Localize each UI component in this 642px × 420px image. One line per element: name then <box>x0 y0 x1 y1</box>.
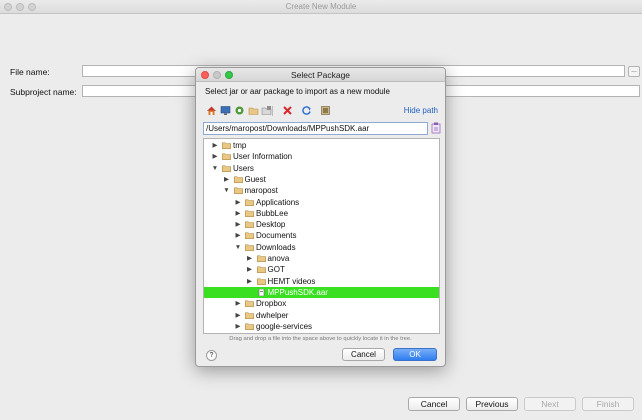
tree-folder-row[interactable]: ▶ GOT <box>204 264 439 275</box>
dialog-titlebar: Select Package <box>196 68 445 82</box>
collapsed-arrow-icon[interactable]: ▶ <box>234 219 242 230</box>
collapsed-arrow-icon[interactable]: ▶ <box>223 174 231 185</box>
tree-item-label: google-services <box>256 321 313 331</box>
tree-folder-row[interactable]: ▶ Guest <box>204 174 439 185</box>
folder-icon <box>245 199 254 206</box>
tree-item-label: anova <box>267 254 290 263</box>
desktop-icon[interactable] <box>220 105 231 116</box>
wizard-previous-button[interactable]: Previous <box>466 397 518 411</box>
tree-item-label: dwhelper <box>256 310 289 320</box>
tree-folder-row[interactable]: ▼ maropost <box>204 185 439 196</box>
aar-file-icon <box>258 288 264 296</box>
collapsed-arrow-icon[interactable]: ▶ <box>234 230 242 241</box>
folder-icon <box>222 153 231 161</box>
path-input[interactable]: /Users/maropost/Downloads/MPPushSDK.aar <box>203 122 428 135</box>
collapsed-arrow-icon[interactable]: ▶ <box>246 276 254 287</box>
tree-folder-row[interactable]: ▶ Desktop <box>204 219 439 230</box>
tree-item-label: Users <box>233 163 254 173</box>
dialog-title: Select Package <box>290 70 351 80</box>
collapsed-arrow-icon[interactable]: ▶ <box>211 140 219 151</box>
tree-item-label: HEMT videos <box>267 276 316 286</box>
tree-item-label: Guest <box>244 174 266 184</box>
tree-item-label: MPPushSDK.aar <box>267 287 328 297</box>
wizard-cancel-button[interactable]: Cancel <box>408 397 460 411</box>
refresh-icon[interactable] <box>301 105 312 116</box>
collapsed-arrow-icon[interactable]: ▶ <box>234 208 242 219</box>
module-icon[interactable] <box>234 105 245 116</box>
tree-folder-row[interactable]: ▶ Applications <box>204 197 439 208</box>
window-titlebar: Create New Module <box>0 0 642 14</box>
collapsed-arrow-icon[interactable]: ▶ <box>234 298 242 309</box>
tree-folder-row[interactable]: ▶ google-services <box>204 321 439 332</box>
delete-icon[interactable] <box>282 105 293 116</box>
tree-item-label: Applications <box>256 197 300 207</box>
tree-file-row[interactable]: MPPushSDK.aar <box>204 286 439 299</box>
wizard-next-button[interactable]: Next <box>524 397 576 411</box>
tree-folder-row[interactable]: ▶ dwhelper <box>204 310 439 321</box>
tree-item-label: maropost <box>244 186 278 196</box>
collapsed-arrow-icon[interactable]: ▶ <box>234 321 242 332</box>
subproject-name-label: Subproject name: <box>10 87 77 97</box>
tree-item-label: Dropbox <box>256 299 287 309</box>
drag-drop-hint: Drag and drop a file into the space abov… <box>229 336 412 342</box>
tree-folder-row[interactable]: ▶ HEMT videos <box>204 276 439 287</box>
folder-icon <box>245 244 254 251</box>
expanded-arrow-icon[interactable]: ▼ <box>234 242 242 253</box>
folder-icon <box>256 266 266 274</box>
file-tree[interactable]: ▶ tmp ▶ User Information ▼ Users ▶ Guest ▼ maropo… <box>203 138 440 334</box>
dialog-instruction: Select jar or aar package to import as a… <box>205 87 390 96</box>
tree-folder-row[interactable]: ▶ Documents <box>204 230 439 241</box>
hide-path-link[interactable]: Hide path <box>404 106 438 115</box>
help-button[interactable]: ? <box>206 350 217 361</box>
path-history-icon[interactable] <box>431 122 441 134</box>
folder-icon <box>222 165 231 172</box>
collapsed-arrow-icon[interactable]: ▶ <box>246 264 254 275</box>
folder-icon <box>222 142 231 149</box>
select-package-dialog: Select Package Select jar or aar package… <box>195 67 446 367</box>
tree-folder-row[interactable]: ▶ tmp <box>204 140 439 151</box>
show-hidden-icon[interactable] <box>320 105 331 116</box>
tree-item-label: GOT <box>267 265 285 275</box>
collapsed-arrow-icon[interactable]: ▶ <box>211 151 219 162</box>
wizard-finish-button[interactable]: Finish <box>582 397 634 411</box>
folder-icon <box>256 278 266 285</box>
tree-item-label: BubbLee <box>256 208 289 218</box>
folder-icon[interactable] <box>248 105 259 116</box>
tree-folder-row[interactable]: ▶ anova <box>204 253 439 264</box>
folder-icon <box>256 255 266 262</box>
tree-folder-row[interactable]: ▶ BubbLee <box>204 208 439 219</box>
collapsed-arrow-icon[interactable]: ▶ <box>246 253 254 264</box>
cancel-button[interactable]: Cancel <box>342 348 385 361</box>
expanded-arrow-icon[interactable]: ▼ <box>211 163 219 174</box>
toolbar-separator <box>272 106 273 116</box>
tree-folder-row[interactable]: ▶ User Information <box>204 151 439 162</box>
folder-icon <box>245 312 254 319</box>
tree-item-label: User Information <box>233 152 293 162</box>
folder-icon <box>245 232 254 240</box>
folder-icon <box>245 221 254 229</box>
folder-icon <box>233 187 243 195</box>
ok-button[interactable]: OK <box>393 348 437 361</box>
window-title: Create New Module <box>285 2 357 11</box>
tree-item-label: Desktop <box>256 220 286 230</box>
tree-item-label: tmp <box>233 141 247 150</box>
browse-button[interactable]: ... <box>628 66 640 77</box>
expanded-arrow-icon[interactable]: ▼ <box>223 185 231 196</box>
collapsed-arrow-icon[interactable]: ▶ <box>234 310 242 321</box>
tree-folder-row[interactable]: ▶ Dropbox <box>204 298 439 309</box>
folder-icon <box>245 300 254 308</box>
folder-icon <box>233 176 243 183</box>
folder-icon <box>245 210 254 217</box>
home-icon[interactable] <box>206 105 217 116</box>
file-name-label: File name: <box>10 67 50 77</box>
tree-folder-row[interactable]: ▼ Users <box>204 163 439 174</box>
folder-icon <box>245 323 254 330</box>
tree-item-label: Documents <box>256 231 297 241</box>
tree-item-label: Downloads <box>256 242 296 252</box>
tree-folder-row[interactable]: ▼ Downloads <box>204 242 439 253</box>
collapsed-arrow-icon[interactable]: ▶ <box>234 197 242 208</box>
new-folder-icon[interactable] <box>261 105 272 116</box>
